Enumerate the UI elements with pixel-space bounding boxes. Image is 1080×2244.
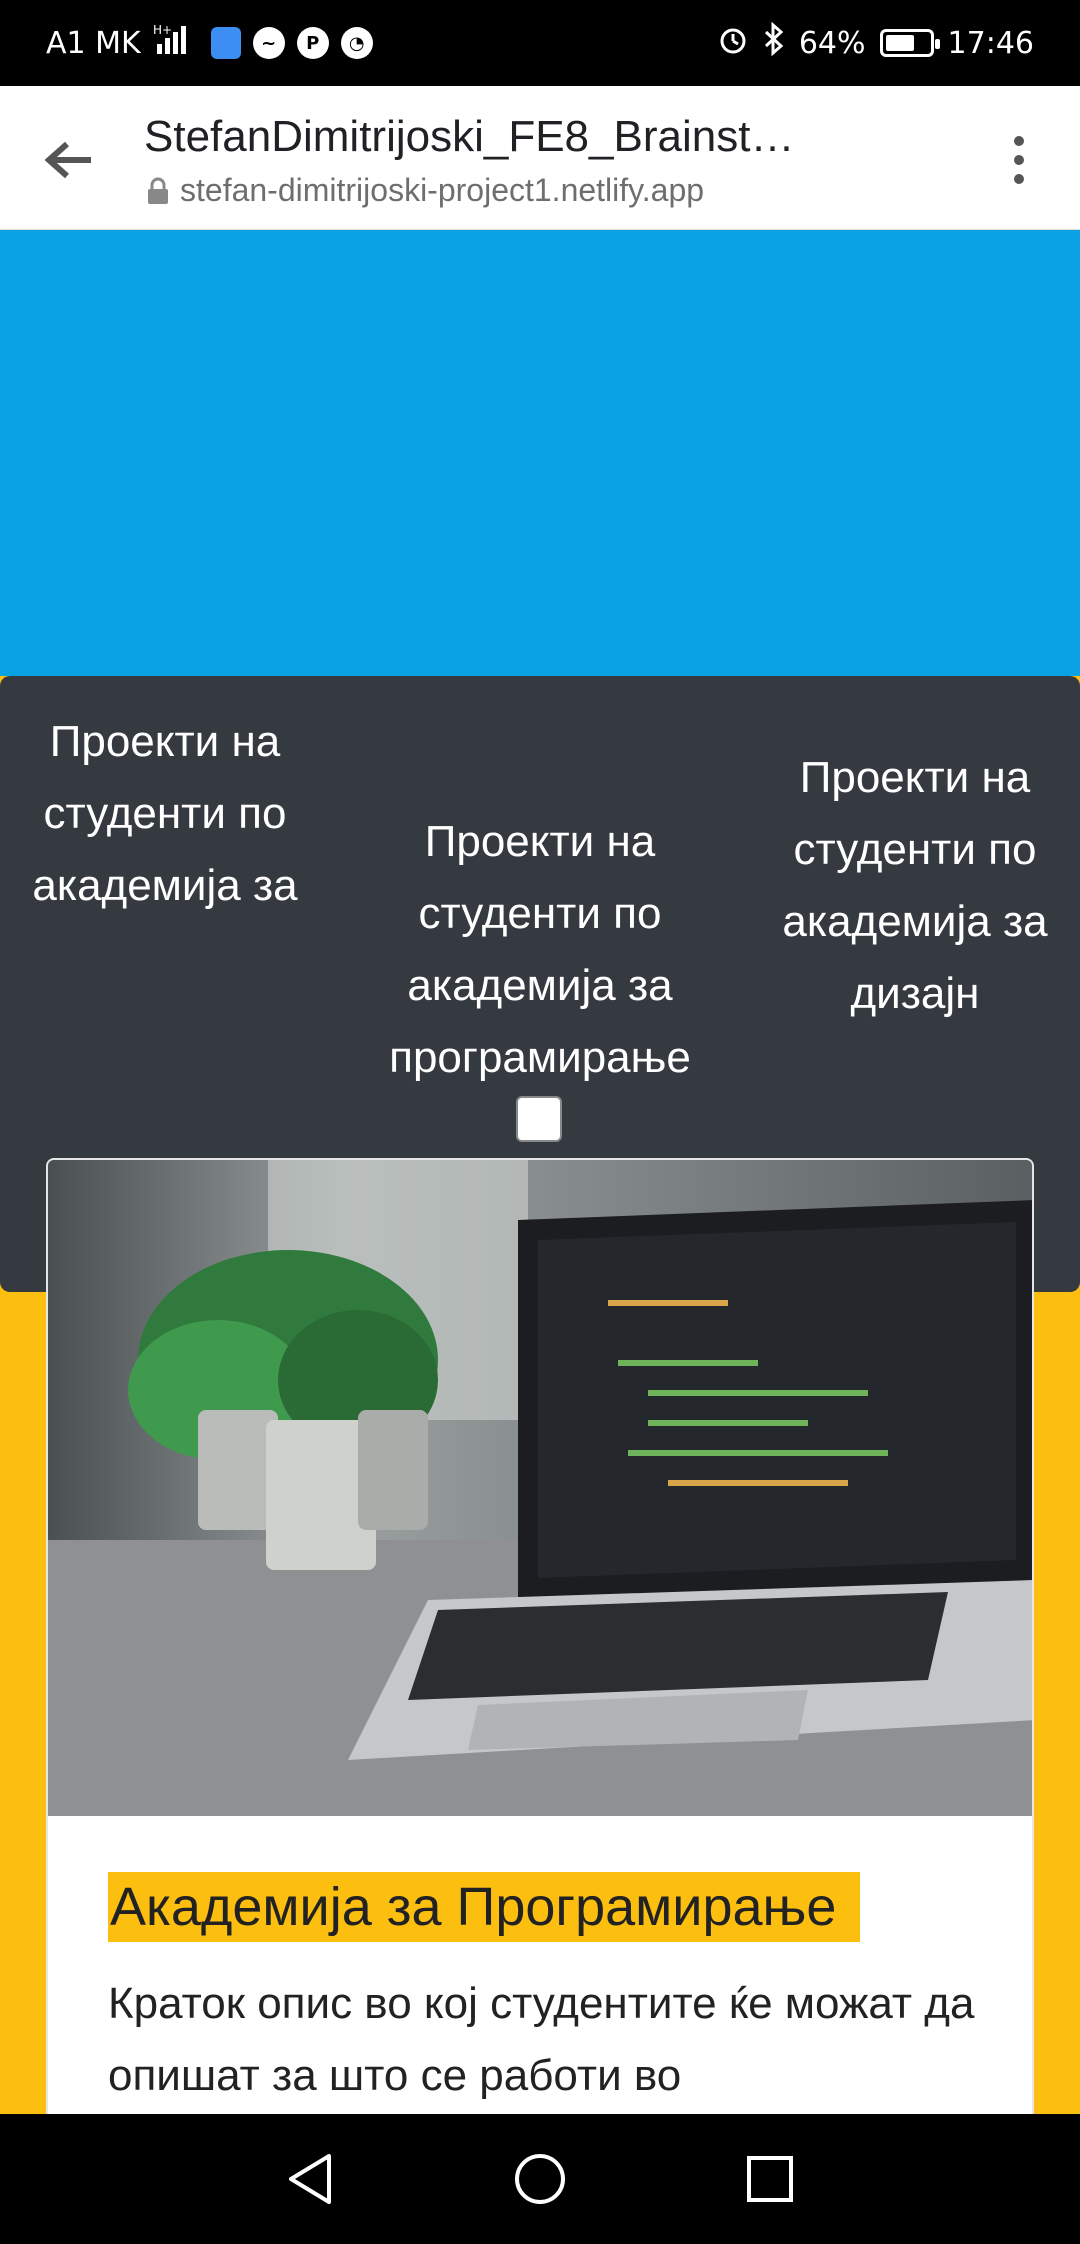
shield-app-icon xyxy=(210,27,241,59)
hero-banner xyxy=(0,230,1080,676)
overflow-menu-button[interactable] xyxy=(1004,128,1034,192)
programming-checkbox[interactable] xyxy=(516,1096,562,1142)
card-description: Краток опис во кој студентите ќе можат д… xyxy=(108,1979,975,2100)
nav-item-programming[interactable]: Проекти на студенти по академија за прог… xyxy=(340,806,740,1094)
nav-item-design[interactable]: Проекти на студенти по академија за диза… xyxy=(780,742,1050,1030)
lock-icon xyxy=(146,177,170,205)
laptop-image xyxy=(48,1160,1032,1816)
nav-recents-button[interactable] xyxy=(740,2149,800,2209)
system-nav-bar xyxy=(0,2114,1080,2244)
battery-level xyxy=(885,35,914,51)
status-bar: A1 MK H+ ~ P ◔ 64% 17:46 xyxy=(0,0,1080,86)
messenger-icon: ~ xyxy=(252,27,285,59)
status-right: 64% 17:46 xyxy=(717,21,1034,64)
academy-card[interactable]: Академија за Програмирање Краток опис во… xyxy=(46,1158,1034,2114)
alarm-icon xyxy=(717,23,749,63)
nav-home-button[interactable] xyxy=(510,2149,570,2209)
svg-text:H+: H+ xyxy=(153,23,172,37)
card-title: Академија за Програмирање xyxy=(108,1872,861,1942)
browser-toolbar: StefanDimitrijoski_FE8_Brainst… stefan-d… xyxy=(0,86,1080,230)
back-arrow-icon xyxy=(45,141,91,179)
signal-icon: H+ xyxy=(153,22,199,64)
nav-back-button[interactable] xyxy=(280,2149,340,2209)
status-left: A1 MK H+ ~ P ◔ xyxy=(46,22,373,64)
circle-home-icon xyxy=(515,2154,565,2204)
pinterest-icon: P xyxy=(296,27,329,59)
square-recents-icon xyxy=(747,2156,793,2202)
clock: 17:46 xyxy=(947,25,1034,61)
bluetooth-icon xyxy=(763,21,785,64)
card-title-wrap: Академија за Програмирање xyxy=(108,1872,861,1942)
menu-dot xyxy=(1014,136,1024,146)
back-button[interactable] xyxy=(40,130,100,190)
menu-dot xyxy=(1014,174,1024,184)
page-title: StefanDimitrijoski_FE8_Brainst… xyxy=(144,112,795,161)
battery-icon xyxy=(879,29,940,57)
carrier-label: A1 MK xyxy=(46,25,141,61)
web-page: Проекти на студенти по академија за Прое… xyxy=(0,230,1080,2114)
chat-app-icon: ◔ xyxy=(340,27,373,59)
battery-percent: 64% xyxy=(798,25,866,61)
url-text: stefan-dimitrijoski-project1.netlify.app xyxy=(180,172,705,208)
triangle-back-icon xyxy=(289,2154,331,2204)
url-row[interactable]: stefan-dimitrijoski-project1.netlify.app xyxy=(146,172,704,209)
nav-item-academy[interactable]: Проекти на студенти по академија за xyxy=(30,706,300,922)
menu-dot xyxy=(1014,155,1024,165)
